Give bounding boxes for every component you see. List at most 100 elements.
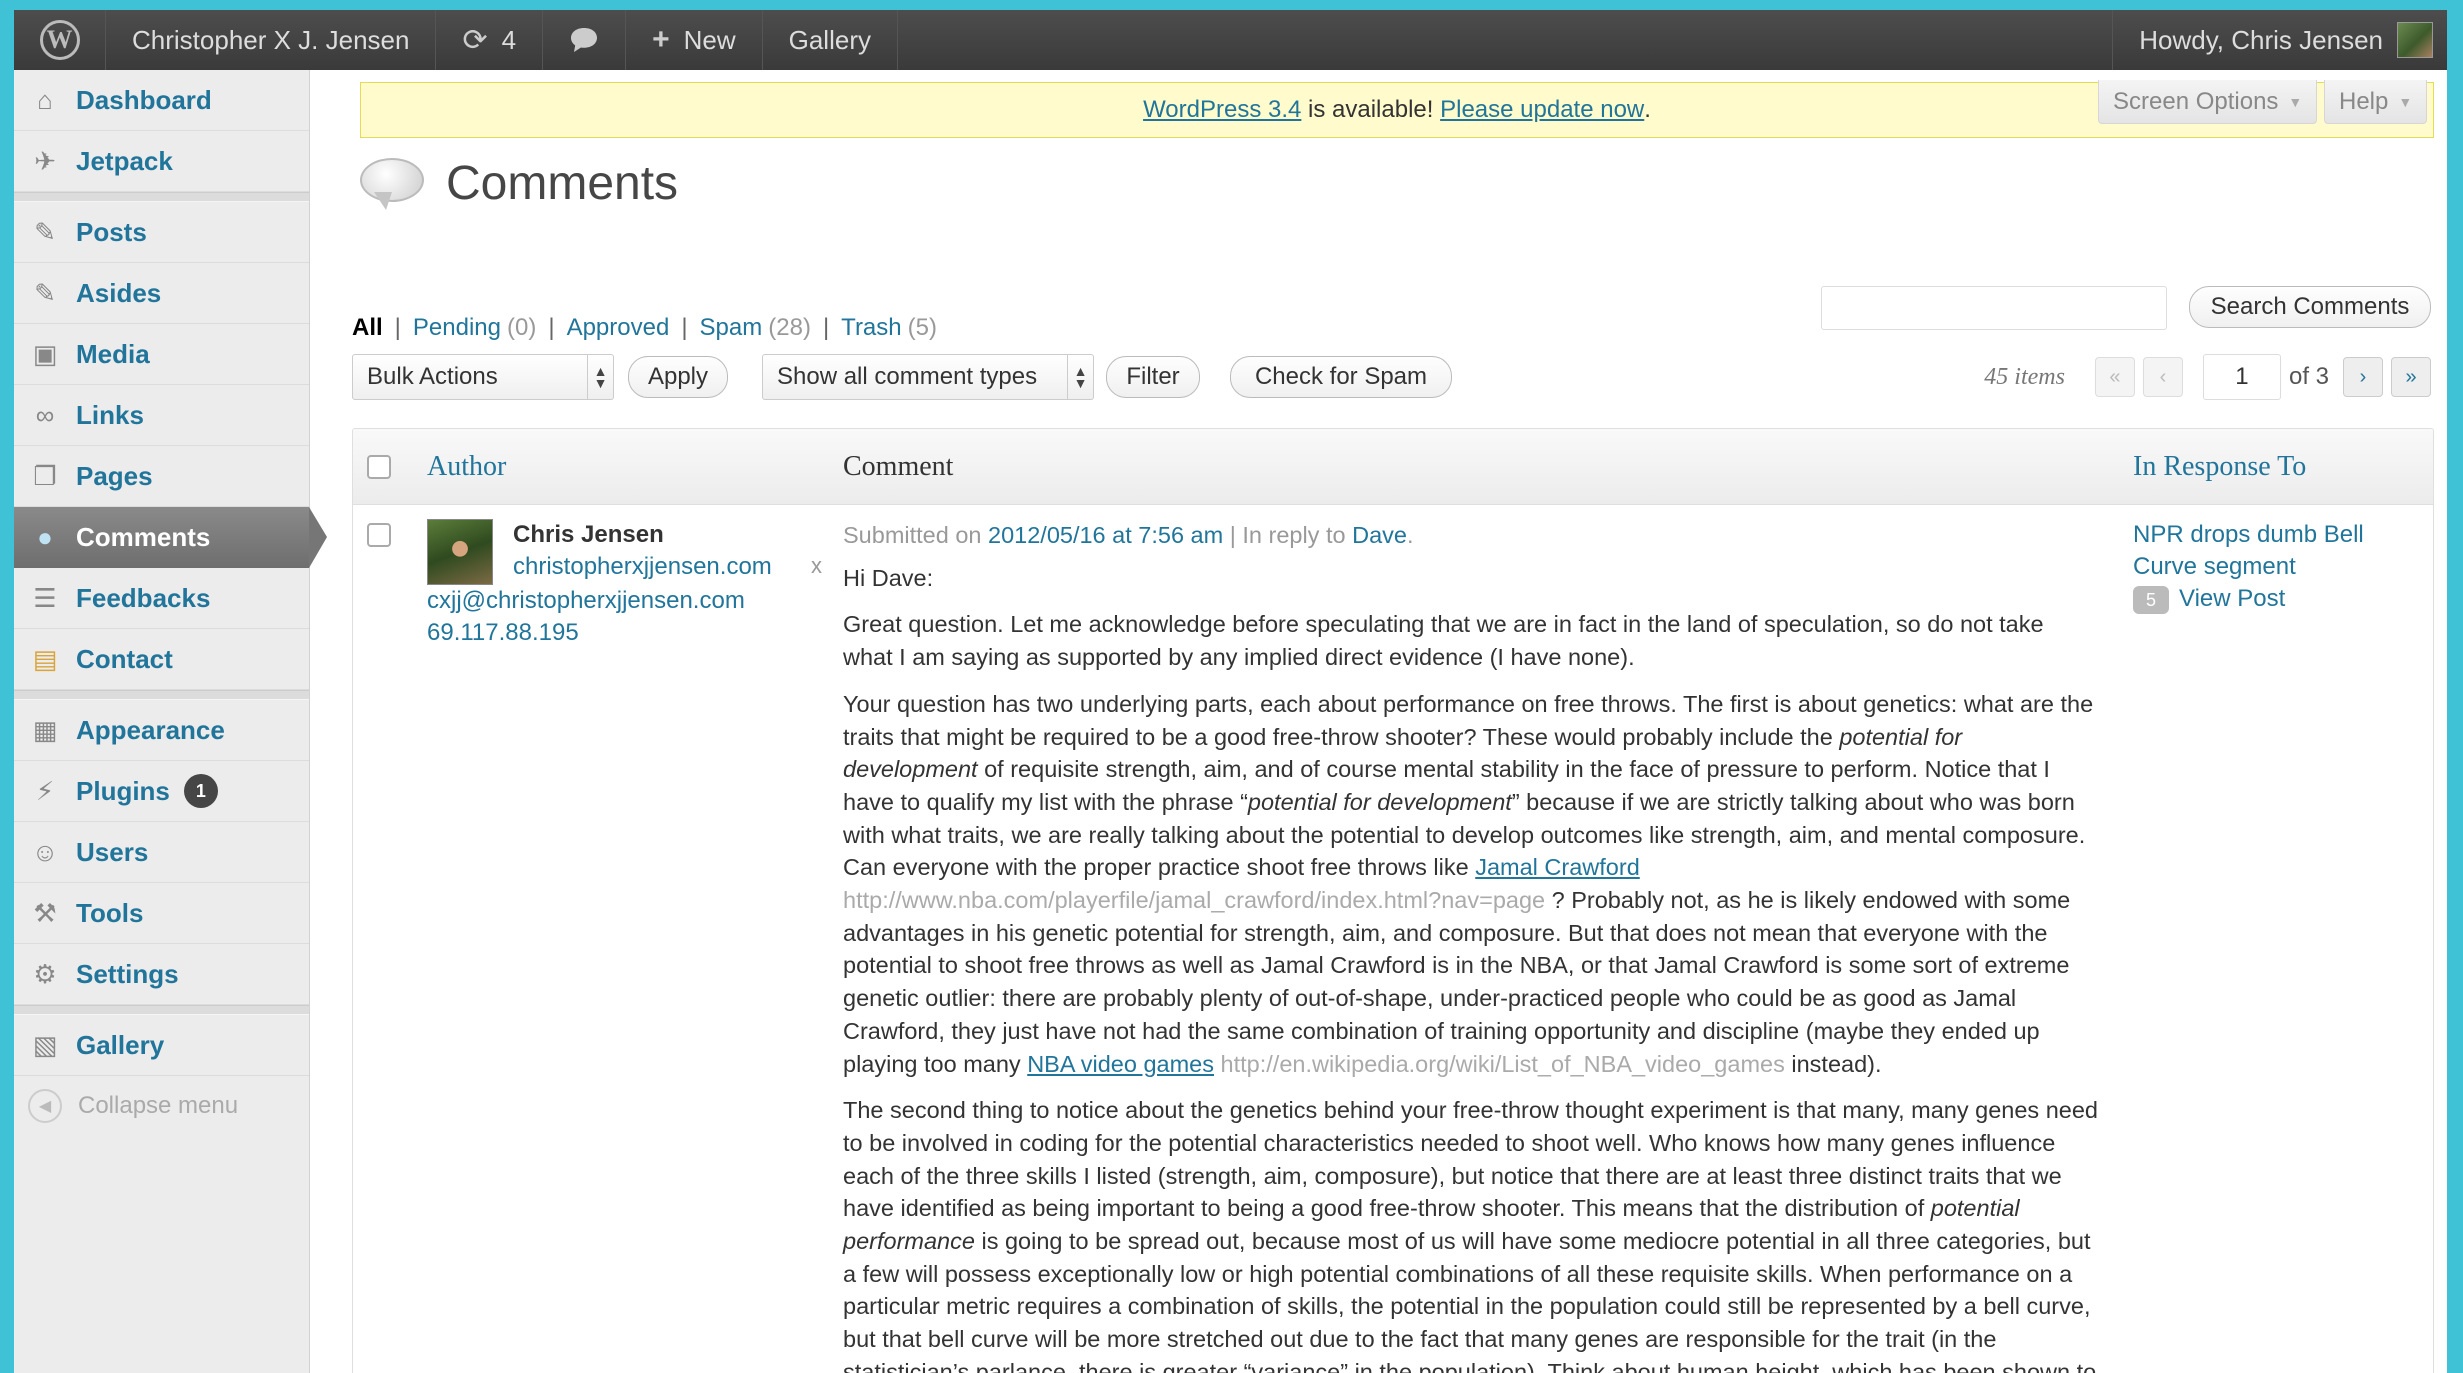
screen-options-button[interactable]: Screen Options ▼ [2098, 80, 2318, 124]
sidebar-item-dashboard[interactable]: ⌂ Dashboard [14, 70, 309, 131]
site-name: Christopher X J. Jensen [132, 24, 410, 55]
collapse-menu-label: Collapse menu [78, 1092, 239, 1119]
site-name-link[interactable]: Christopher X J. Jensen [106, 10, 437, 70]
author-ip-link[interactable]: 69.117.88.195 [427, 619, 579, 647]
filter-separator: | [394, 314, 401, 341]
filter-pending[interactable]: Pending [413, 314, 501, 342]
first-page-button[interactable]: « [2094, 357, 2135, 397]
sidebar-item-label: Contact [76, 643, 173, 674]
sidebar-item-jetpack[interactable]: ✈ Jetpack [14, 131, 309, 192]
new-content-menu[interactable]: + New [626, 10, 763, 70]
admin-menu: ⌂ Dashboard ✈ Jetpack ✎ Posts ✎ Asides ▣ Medi… [14, 70, 327, 1373]
jamal-crawford-link[interactable]: Jamal Crawford [1475, 854, 1640, 880]
sidebar-item-posts[interactable]: ✎ Posts [14, 202, 309, 263]
help-label: Help [2339, 87, 2389, 115]
gallery-icon: ▧ [32, 1029, 58, 1060]
bulk-actions-select[interactable]: Bulk Actions ▲ ▼ [352, 354, 614, 400]
column-author[interactable]: Author [427, 429, 506, 505]
column-in-response-to[interactable]: In Response To [2133, 429, 2306, 505]
sidebar-item-appearance[interactable]: ▦ Appearance [14, 700, 309, 761]
column-comment: Comment [843, 451, 954, 482]
sidebar-item-media[interactable]: ▣ Media [14, 324, 309, 385]
gallery-menu[interactable]: Gallery [763, 10, 898, 70]
plugin-update-badge: 1 [183, 774, 218, 808]
comments-link[interactable] [543, 10, 627, 70]
last-page-button[interactable]: » [2391, 357, 2431, 397]
search-input[interactable] [1821, 286, 2167, 330]
sidebar-item-label: Appearance [76, 714, 225, 745]
comments-page-icon [360, 157, 426, 210]
filter-button[interactable]: Filter [1106, 356, 1200, 398]
my-account-menu[interactable]: Howdy, Chris Jensen [2112, 10, 2447, 70]
filter-spam[interactable]: Spam [700, 314, 763, 342]
select-all-checkbox[interactable] [367, 455, 391, 479]
in-response-to: NPR drops dumb Bell Curve segment 5 View … [2133, 519, 2423, 615]
remove-url-icon[interactable]: x [811, 553, 822, 579]
sidebar-item-label: Feedbacks [76, 582, 211, 613]
current-page-input[interactable]: 1 [2202, 354, 2281, 400]
main-content: WordPress 3.4 is available! Please updat… [310, 70, 2447, 1373]
filter-trash[interactable]: Trash [841, 314, 901, 342]
response-post-link[interactable]: NPR drops dumb Bell Curve segment [2133, 521, 2364, 580]
comment-date-link[interactable]: 2012/05/16 at 7:56 am [988, 522, 1223, 548]
sidebar-item-label: Jetpack [76, 145, 173, 176]
sidebar-item-label: Users [76, 836, 149, 867]
apply-button[interactable]: Apply [628, 356, 728, 398]
sidebar-item-plugins[interactable]: ⚡ Plugins 1 [14, 761, 309, 822]
sidebar-item-label: Posts [76, 216, 147, 247]
page-title: Comments [446, 157, 679, 210]
sidebar-item-gallery[interactable]: ▧ Gallery [14, 1015, 309, 1076]
jetpack-icon: ✈ [34, 145, 56, 176]
help-button[interactable]: Help ▼ [2324, 80, 2428, 124]
update-now-link[interactable]: Please update now [1440, 96, 1644, 124]
sidebar-item-users[interactable]: ☺ Users [14, 822, 309, 883]
updates-link[interactable]: ⟳ 4 [436, 10, 544, 70]
nba-video-games-link[interactable]: NBA video games [1027, 1051, 1214, 1077]
author-email-link[interactable]: cxjj@christopherxjjensen.com [427, 587, 745, 615]
howdy-text: Howdy, Chris Jensen [2139, 24, 2383, 55]
select-arrows-icon: ▲ ▼ [1067, 355, 1093, 399]
sidebar-item-label: Asides [76, 277, 162, 308]
sidebar-item-comments[interactable]: ● Comments [14, 507, 327, 568]
sidebar-item-links[interactable]: ∞ Links [14, 385, 309, 446]
wordpress-version-link[interactable]: WordPress 3.4 [1143, 96, 1301, 124]
plugin-icon: ⚡ [35, 775, 55, 806]
collapse-arrow-icon: ◀ [28, 1089, 62, 1123]
check-for-spam-button[interactable]: Check for Spam [1230, 356, 1452, 398]
sidebar-item-asides[interactable]: ✎ Asides [14, 263, 309, 324]
filter-approved[interactable]: Approved [567, 314, 670, 342]
tools-icon: ⚒ [33, 897, 57, 928]
text: The second thing to notice about the gen… [843, 1097, 2098, 1222]
reply-suffix: . [1406, 522, 1414, 548]
bulk-actions-value: Bulk Actions [367, 363, 498, 390]
post-comment-count-badge[interactable]: 5 [2133, 585, 2169, 614]
sidebar-item-tools[interactable]: ⚒ Tools [14, 883, 309, 944]
author-url-link[interactable]: christopherxjjensen.com [513, 553, 772, 581]
browser-frame: W Christopher X J. Jensen ⟳ 4 + New Gall… [14, 10, 2447, 1373]
filter-all[interactable]: All [352, 314, 383, 342]
filter-separator: | [822, 314, 830, 341]
collapse-menu-button[interactable]: ◀ Collapse menu [14, 1076, 309, 1136]
comment-status-filters: All | Pending (0) | Approved | Spam (28) |… [352, 314, 937, 342]
next-page-button[interactable]: › [2343, 357, 2383, 397]
comment-type-select[interactable]: Show all comment types ▲ ▼ [762, 354, 1094, 400]
reply-prefix: | In reply to [1223, 522, 1353, 548]
sidebar-item-label: Gallery [76, 1029, 165, 1060]
search-comments-button[interactable]: Search Comments [2189, 286, 2431, 328]
comment-content: Submitted on 2012/05/16 at 7:56 am | In … [843, 519, 2099, 1373]
row-checkbox[interactable] [367, 523, 391, 547]
avatar [2397, 22, 2433, 58]
view-post-link[interactable]: View Post [2179, 585, 2285, 612]
sidebar-item-contact[interactable]: ▤ Contact [14, 629, 309, 690]
sidebar-item-feedbacks[interactable]: ☰ Feedbacks [14, 568, 309, 629]
sidebar-item-pages[interactable]: ❐ Pages [14, 446, 309, 507]
wp-logo-menu[interactable]: W [14, 10, 106, 70]
sidebar-item-settings[interactable]: ⚙ Settings [14, 944, 309, 1005]
prev-page-button[interactable]: ‹ [2142, 357, 2183, 397]
total-pages: of 3 [2288, 363, 2329, 390]
pin-icon: ✎ [34, 216, 56, 247]
reply-to-link[interactable]: Dave [1352, 522, 1407, 548]
comment-bubble-icon: ● [37, 522, 53, 552]
sidebar-item-label: Comments [76, 522, 211, 552]
emphasis: potential for development [1247, 788, 1512, 815]
